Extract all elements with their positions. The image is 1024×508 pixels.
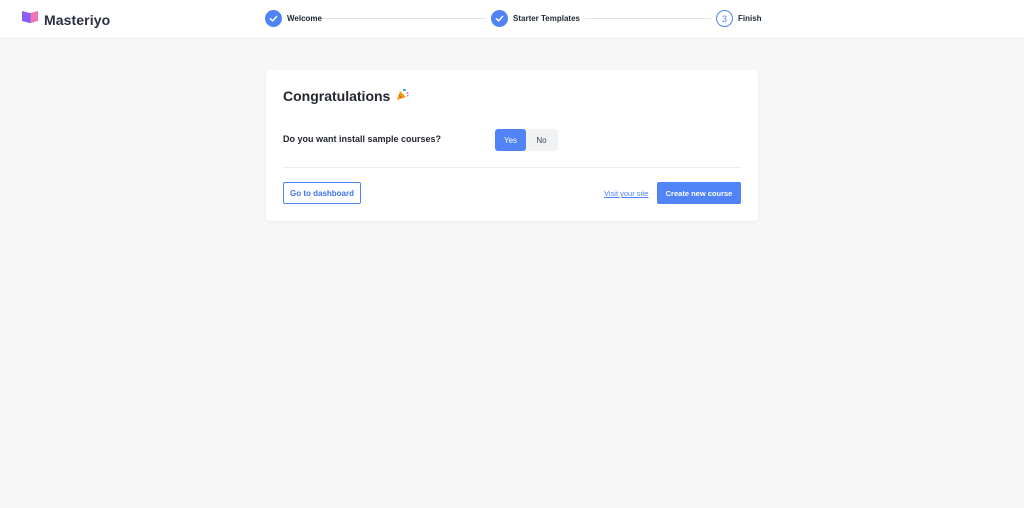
open-book-icon — [21, 10, 39, 29]
sample-courses-question: Do you want install sample courses? — [283, 134, 442, 144]
party-popper-icon — [396, 88, 410, 104]
brand-logo[interactable]: Masteriyo — [21, 10, 110, 29]
check-icon — [491, 10, 508, 27]
card-title: Congratulations — [283, 88, 410, 104]
step-starter-templates[interactable]: Starter Templates — [491, 10, 580, 27]
no-option[interactable]: No — [526, 129, 557, 151]
create-new-course-button[interactable]: Create new course — [657, 182, 741, 204]
divider — [283, 167, 741, 168]
go-to-dashboard-button[interactable]: Go to dashboard — [283, 182, 361, 204]
step-label: Starter Templates — [513, 14, 580, 23]
check-icon — [265, 10, 282, 27]
step-welcome[interactable]: Welcome — [265, 10, 322, 27]
sample-courses-toggle[interactable]: Yes No — [495, 129, 558, 151]
step-connector — [585, 18, 711, 19]
finish-card: Congratulations Do you want install samp… — [266, 70, 758, 221]
setup-stepper: Welcome Starter Templates 3 Finish — [265, 10, 785, 28]
step-number: 3 — [716, 10, 733, 27]
visit-site-link[interactable]: Visit your site — [604, 189, 648, 198]
step-label: Welcome — [287, 14, 322, 23]
top-bar: Masteriyo Welcome Starter Templates 3 Fi… — [0, 0, 1024, 39]
step-label: Finish — [738, 14, 762, 23]
brand-name: Masteriyo — [44, 11, 111, 28]
yes-option[interactable]: Yes — [495, 129, 526, 151]
step-finish[interactable]: 3 Finish — [716, 10, 762, 27]
card-title-text: Congratulations — [283, 88, 391, 104]
